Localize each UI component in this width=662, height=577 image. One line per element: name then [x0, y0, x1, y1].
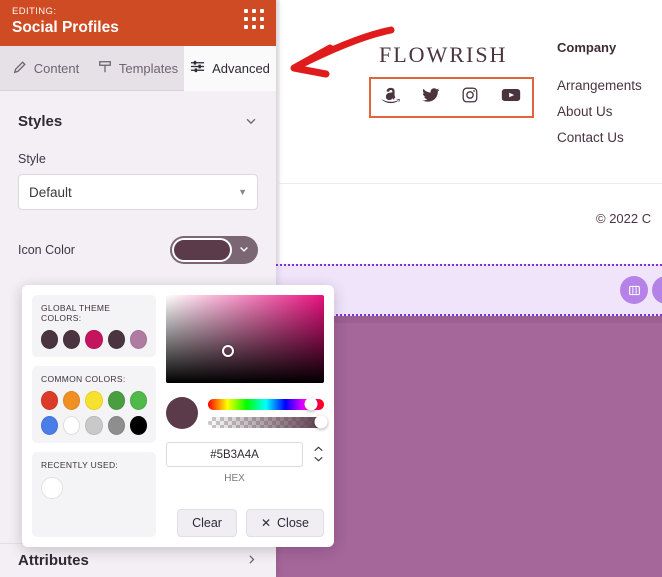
common-swatch-lightgray[interactable]: [85, 416, 103, 435]
icon-color-label: Icon Color: [18, 243, 75, 257]
pencil-icon: [13, 60, 27, 77]
common-swatch-darkgreen[interactable]: [107, 391, 125, 410]
columns-icon[interactable]: [620, 276, 648, 304]
tab-templates[interactable]: Templates: [92, 46, 184, 91]
footer-link-arrangements[interactable]: Arrangements: [557, 78, 642, 93]
chevron-right-icon[interactable]: [245, 553, 258, 569]
recently-used-title: RECENTLY USED:: [41, 460, 119, 470]
picker-buttons: Clear ✕ Close: [166, 509, 324, 537]
tab-advanced[interactable]: Advanced: [184, 46, 276, 91]
site-logo: FLOWRISH: [379, 42, 508, 67]
common-colors-card: COMMON COLORS:: [32, 366, 156, 443]
global-theme-swatch-row: [41, 330, 148, 349]
amazon-icon[interactable]: [381, 85, 401, 110]
footer-column-title: Company: [557, 40, 617, 55]
common-swatch-green[interactable]: [129, 391, 148, 410]
preview-divider: [276, 183, 662, 184]
global-swatch-2[interactable]: [85, 330, 103, 349]
instagram-icon[interactable]: [460, 85, 480, 110]
hex-stepper[interactable]: [313, 445, 324, 465]
stepper-up-icon[interactable]: [313, 445, 324, 455]
panel-title: Social Profiles: [12, 19, 119, 36]
color-picker-popup: GLOBAL THEME COLORS: COMMON COLORS: RECE…: [22, 285, 334, 547]
recently-used-card: RECENTLY USED:: [32, 452, 156, 537]
copyright-text: © 2022 C: [596, 211, 652, 226]
attributes-section-row[interactable]: Attributes: [0, 552, 276, 569]
global-swatch-0[interactable]: [41, 330, 59, 349]
common-swatch-gray[interactable]: [107, 416, 125, 435]
stepper-down-icon[interactable]: [313, 455, 324, 465]
editing-label: EDITING:: [12, 6, 57, 17]
hex-label: HEX: [224, 473, 245, 484]
style-field: Style Default ▼: [0, 152, 276, 210]
common-swatch-row-2: [41, 416, 148, 435]
global-theme-colors-title: GLOBAL THEME COLORS:: [41, 303, 111, 323]
chevron-down-icon[interactable]: [238, 243, 250, 258]
hue-slider[interactable]: [208, 397, 324, 411]
saturation-cursor[interactable]: [222, 345, 234, 357]
hue-slider-knob[interactable]: [304, 397, 318, 411]
global-swatch-1[interactable]: [63, 330, 81, 349]
icon-color-swatch-button[interactable]: [170, 236, 258, 264]
tab-templates-label: Templates: [118, 60, 179, 76]
common-swatch-white[interactable]: [63, 416, 81, 435]
global-swatch-4[interactable]: [129, 330, 148, 349]
global-theme-colors-card: GLOBAL THEME COLORS:: [32, 295, 156, 357]
footer-link-contact-us[interactable]: Contact Us: [557, 130, 624, 145]
hex-input[interactable]: [166, 442, 303, 467]
styles-section-title: Styles: [18, 113, 63, 130]
chevron-down-icon[interactable]: [244, 114, 258, 130]
style-select-value: Default: [29, 184, 72, 200]
twitter-icon[interactable]: [421, 85, 441, 110]
common-swatch-blue[interactable]: [41, 416, 59, 435]
common-swatch-row-1: [41, 391, 148, 410]
common-swatch-red[interactable]: [41, 391, 59, 410]
common-swatch-black[interactable]: [129, 416, 148, 435]
clear-button[interactable]: Clear: [177, 509, 237, 537]
common-swatch-orange[interactable]: [63, 391, 81, 410]
hex-row: HEX: [166, 442, 324, 484]
saturation-value-area[interactable]: [166, 295, 324, 383]
youtube-icon[interactable]: [500, 84, 522, 111]
recently-used-row: [41, 477, 147, 499]
attributes-label: Attributes: [18, 552, 89, 569]
style-select[interactable]: Default ▼: [18, 174, 258, 210]
picker-sliders: [166, 397, 328, 429]
panel-header: EDITING: Social Profiles: [0, 0, 276, 46]
recent-swatch-white[interactable]: [41, 477, 63, 499]
panel-tabs: Content Templates Advanced: [0, 46, 276, 91]
picker-palettes: GLOBAL THEME COLORS: COMMON COLORS: RECE…: [32, 295, 156, 537]
style-field-label: Style: [18, 152, 46, 166]
close-button-label: Close: [277, 516, 309, 530]
alpha-slider[interactable]: [208, 415, 328, 429]
icon-color-field: Icon Color: [0, 236, 276, 264]
template-icon: [98, 60, 112, 77]
tab-content-label: Content: [33, 60, 80, 76]
sliders-icon: [190, 59, 205, 77]
close-x-icon: ✕: [260, 516, 272, 530]
color-preview-dot: [166, 397, 198, 429]
caret-down-icon: ▼: [238, 187, 247, 197]
common-swatch-yellow[interactable]: [85, 391, 103, 410]
alpha-slider-knob[interactable]: [314, 415, 328, 429]
icon-color-swatch[interactable]: [172, 238, 232, 262]
footer-link-about-us[interactable]: About Us: [557, 104, 613, 119]
close-button[interactable]: ✕ Close: [245, 509, 324, 537]
tab-content[interactable]: Content: [0, 46, 92, 91]
social-profiles-block[interactable]: [369, 77, 534, 118]
common-colors-title: COMMON COLORS:: [41, 374, 126, 384]
styles-section-header[interactable]: Styles: [0, 91, 276, 130]
tab-advanced-label: Advanced: [212, 60, 270, 76]
grid-dots-icon[interactable]: [244, 9, 264, 29]
global-swatch-3[interactable]: [107, 330, 125, 349]
picker-controls: HEX Clear ✕ Close: [166, 295, 328, 537]
